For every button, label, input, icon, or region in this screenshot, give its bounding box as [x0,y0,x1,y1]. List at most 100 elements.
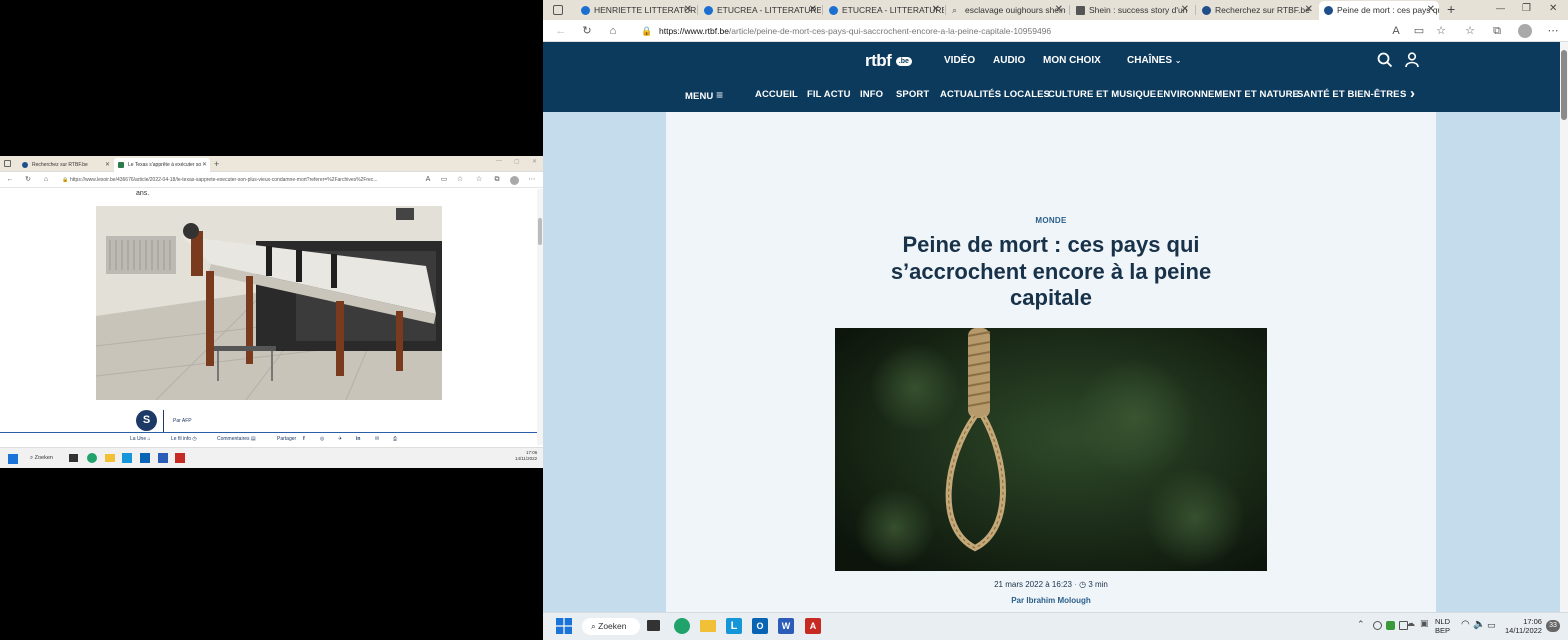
nav-truncated-item[interactable]: S [1400,88,1406,102]
secondary-tab-rtbf[interactable]: Recherchez sur RTBF.be ✕ [18,158,113,172]
close-window-icon[interactable]: ✕ [1549,3,1557,14]
word-icon[interactable]: W [778,618,794,634]
new-tab-icon[interactable]: + [214,158,219,170]
nav-info[interactable]: INFO [860,88,883,102]
word-icon[interactable] [158,453,168,463]
read-aloud-icon[interactable]: A [424,176,432,184]
menu-button[interactable]: MENU ≡ [685,88,723,104]
main-scrollbar[interactable] [1560,42,1568,612]
close-tab-icon[interactable]: ✕ [105,158,110,172]
minimize-icon[interactable]: — [496,158,502,164]
volume-icon[interactable]: 🔈 [1473,619,1485,630]
outlook-icon[interactable]: O [752,618,768,634]
read-aloud-icon[interactable]: A [1389,24,1403,38]
close-tab-icon[interactable]: ✕ [1181,1,1189,19]
user-account-icon[interactable] [1405,52,1419,68]
nav-audio[interactable]: AUDIO [993,54,1025,68]
taskbar-search-box[interactable]: ⌕ Zoeken [582,618,640,635]
nav-sport[interactable]: SPORT [896,88,929,102]
search-icon[interactable] [1377,52,1393,68]
tab-etucrea-1[interactable]: ETUCREA - LITTERATURE ✕ [699,1,821,20]
tab-shein-story[interactable]: Shein : success story d'un ✕ [1071,1,1193,20]
print-icon[interactable]: ⎙ [393,435,397,444]
edge-browser-icon[interactable] [674,618,690,634]
notification-badge[interactable]: 33 [1546,620,1560,632]
nav-chaines[interactable]: CHAÎNES ⌄ [1127,54,1182,68]
acrobat-icon[interactable] [175,453,185,463]
back-icon[interactable]: ← [554,24,568,38]
profile-avatar-icon[interactable] [510,176,519,185]
close-tab-icon[interactable]: ✕ [1305,1,1313,19]
nav-culture-musique[interactable]: CULTURE ET MUSIQUE [1048,88,1156,102]
tab-peine-de-mort[interactable]: Peine de mort : ces pays qu ✕ [1319,1,1439,20]
article-category[interactable]: MONDE [666,216,1436,225]
taskbar-search[interactable]: ⌕ Zoeken [30,453,53,463]
app-l-icon[interactable] [122,453,132,463]
tray-camera-icon[interactable]: ▣ [1420,618,1429,629]
email-icon[interactable]: ✉ [375,435,379,444]
secondary-url-field[interactable]: 🔒 https://www.lesoir.be/436676/article/20… [62,175,430,186]
more-icon[interactable]: ⋯ [528,176,536,184]
main-url-field[interactable]: 🔒 https://www.rtbf.be/article/peine-de-m… [633,23,1368,39]
taskview-icon[interactable] [69,454,78,462]
windows-start-icon[interactable] [8,454,18,464]
secondary-scroll-thumb[interactable] [538,218,542,245]
collections-icon[interactable]: ⧉ [493,176,501,184]
favorites-add-icon[interactable]: ☆ [456,176,464,184]
app-available-icon[interactable]: ▭ [1412,24,1426,38]
wifi-icon[interactable]: ◠ [1461,619,1470,630]
tab-henriette[interactable]: HENRIETTE LITTERATURE ✕ [576,1,696,20]
whatsapp-icon[interactable]: ◎ [320,435,324,444]
close-tab-icon[interactable]: ✕ [684,1,692,19]
tab-actions-icon[interactable] [4,160,11,167]
back-icon[interactable]: ← [6,176,14,184]
tab-search-shein[interactable]: ⌕ esclavage ouighours shein ✕ [947,1,1067,20]
nav-next-chevron-icon[interactable]: › [1410,85,1415,103]
collections-icon[interactable]: ⧉ [1490,24,1504,38]
close-tab-icon[interactable]: ✕ [809,1,817,19]
app-l-icon[interactable]: L [726,618,742,634]
file-explorer-icon[interactable] [700,620,716,632]
profile-avatar-icon[interactable] [1518,24,1532,38]
nav-mon-choix[interactable]: MON CHOIX [1043,54,1101,68]
outlook-icon[interactable] [140,453,150,463]
refresh-icon[interactable]: ↻ [24,176,32,184]
maximize-icon[interactable]: ▢ [514,158,520,165]
nav-fil-actu[interactable]: FIL ACTU [807,88,851,102]
tray-cloud-icon[interactable]: ☁ [1406,618,1415,629]
new-tab-icon[interactable]: + [1447,1,1455,18]
main-scroll-thumb[interactable] [1561,50,1567,120]
nav-sante-bien-etre[interactable]: SANTÉ ET BIEN-ÊTRE [1297,88,1400,102]
tab-actions-icon[interactable] [553,5,563,15]
taskbar-clock[interactable]: 17:06 14/11/2022 [1505,617,1542,635]
edge-icon[interactable] [87,453,97,463]
fil-info-link[interactable]: Le fil info ◷ [171,435,197,444]
facebook-icon[interactable]: f [303,435,305,444]
tray-security-icon[interactable] [1386,621,1395,630]
article-author[interactable]: Par Ibrahim Molough [666,596,1436,605]
tray-app-icon[interactable] [1373,621,1382,630]
app-icon[interactable]: ▭ [440,176,448,184]
la-une-link[interactable]: La Une ⌂ [130,435,151,444]
tab-rtbf-search[interactable]: Recherchez sur RTBF.be ✕ [1197,1,1317,20]
tray-chevron-icon[interactable]: ⌃ [1357,619,1365,630]
close-tab-icon[interactable]: ✕ [1055,1,1063,19]
acrobat-icon[interactable]: A [805,618,821,634]
home-icon[interactable]: ⌂ [42,176,50,184]
tab-etucrea-2[interactable]: ETUCREA - LITTERATURE ✕ [824,1,944,20]
windows-start-icon[interactable] [556,618,572,634]
home-icon[interactable]: ⌂ [606,24,620,38]
language-indicator[interactable]: NLD BEP [1435,617,1450,635]
close-tab-icon[interactable]: ✕ [932,1,940,19]
nav-environnement-nature[interactable]: ENVIRONNEMENT ET NATURE [1157,88,1299,102]
favorites-icon[interactable]: ☆ [475,176,483,184]
battery-icon[interactable]: ▭ [1487,620,1496,631]
nav-actualites-locales[interactable]: ACTUALITÉS LOCALES [940,88,1050,102]
more-icon[interactable]: ⋯ [1546,24,1560,38]
refresh-icon[interactable]: ↻ [580,24,594,38]
nav-video[interactable]: VIDÉO [944,54,975,68]
rtbf-logo[interactable]: rtbf .be [865,52,912,70]
favorites-icon[interactable]: ☆ [1463,24,1477,38]
minimize-icon[interactable]: — [1496,3,1505,13]
nav-accueil[interactable]: ACCUEIL [755,88,798,102]
